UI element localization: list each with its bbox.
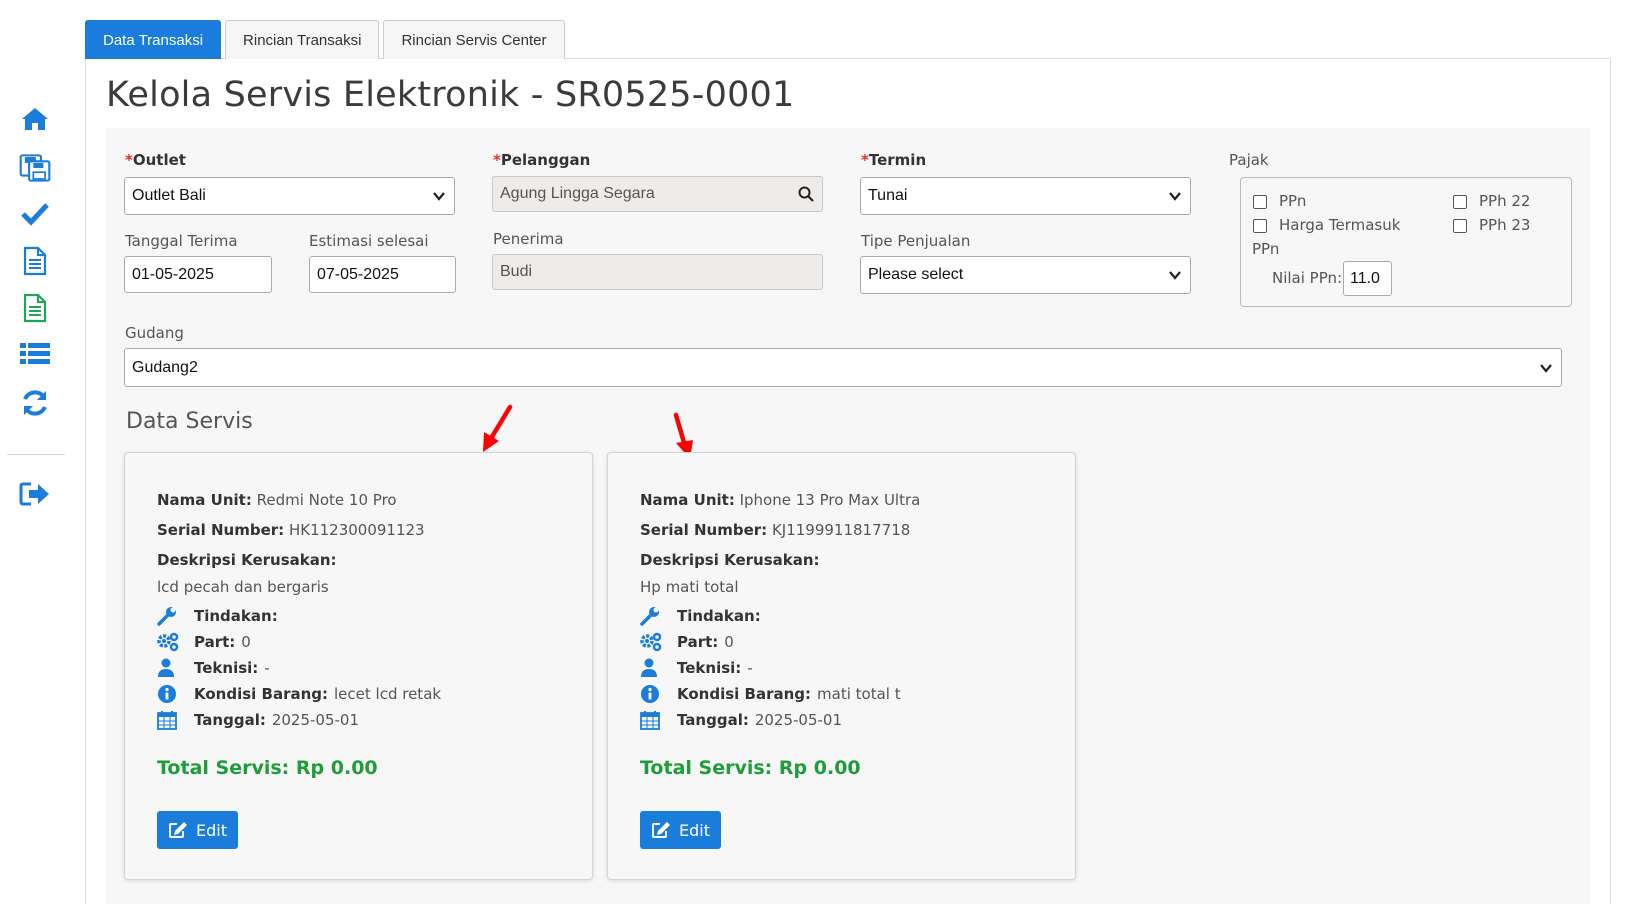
search-icon[interactable] — [798, 186, 814, 202]
refresh-icon[interactable] — [19, 387, 51, 419]
pph22-checkbox[interactable] — [1453, 195, 1467, 209]
tipe-penjualan-select-value: Please select — [868, 266, 964, 283]
pajak-label: Pajak — [1229, 151, 1269, 169]
sidebar — [0, 0, 80, 904]
user-icon — [157, 658, 179, 678]
deskripsi-value: lcd pecah dan bergaris — [157, 578, 329, 596]
part-row: Part: 0 — [640, 632, 734, 652]
tipe-penjualan-label: Tipe Penjualan — [861, 232, 971, 250]
servis-card: Nama Unit: Iphone 13 Pro Max Ultra Seria… — [607, 452, 1076, 880]
edit-button-label: Edit — [679, 820, 710, 840]
penerima-field: Budi — [492, 254, 823, 290]
tipe-penjualan-select[interactable]: Please select — [860, 256, 1191, 294]
check-icon[interactable] — [19, 198, 51, 230]
deskripsi-label: Deskripsi Kerusakan: — [640, 551, 820, 569]
outlet-label: *Outlet — [125, 151, 186, 169]
tanggal-terima-value: 01-05-2025 — [132, 265, 214, 283]
page-title: Kelola Servis Elektronik - SR0525-0001 — [106, 75, 795, 115]
harga-termasuk-label: Harga Termasuk — [1279, 216, 1401, 234]
outlet-select-value: Outlet Bali — [132, 187, 206, 204]
sidebar-divider — [7, 454, 65, 455]
tanggal-terima-label: Tanggal Terima — [125, 232, 238, 250]
edit-icon — [652, 822, 670, 838]
edit-button[interactable]: Edit — [640, 811, 721, 849]
calendar-icon — [640, 710, 662, 730]
save-icon[interactable] — [19, 152, 51, 184]
serial-number-row: Serial Number: KJ1199911817718 — [640, 521, 911, 539]
gudang-select-value: Gudang2 — [132, 358, 198, 376]
wrench-icon — [640, 606, 662, 626]
total-servis: Total Servis: Rp 0.00 — [157, 757, 378, 779]
estimasi-selesai-label: Estimasi selesai — [309, 232, 429, 250]
outlet-select[interactable]: Outlet Bali — [124, 177, 455, 215]
teknisi-row: Teknisi: - — [640, 658, 753, 678]
part-row: Part: 0 — [157, 632, 251, 652]
chevron-down-icon — [1540, 363, 1552, 373]
deskripsi-value: Hp mati total — [640, 578, 739, 596]
chevron-down-icon — [1169, 271, 1181, 280]
estimasi-selesai-input[interactable]: 07-05-2025 — [309, 256, 456, 293]
tanggal-row: Tanggal: 2025-05-01 — [157, 710, 359, 730]
calendar-icon — [157, 710, 179, 730]
pelanggan-field[interactable]: Agung Lingga Segara — [492, 176, 823, 212]
tanggal-terima-input[interactable]: 01-05-2025 — [124, 256, 272, 293]
harga-termasuk-ppn-checkbox[interactable] — [1253, 219, 1267, 233]
kondisi-row: Kondisi Barang: lecet lcd retak — [157, 684, 441, 704]
servis-card: Nama Unit: Redmi Note 10 Pro Serial Numb… — [124, 452, 593, 880]
total-servis: Total Servis: Rp 0.00 — [640, 757, 861, 779]
gudang-label: Gudang — [125, 324, 184, 342]
chevron-down-icon — [1169, 192, 1181, 201]
pelanggan-field-value: Agung Lingga Segara — [500, 185, 655, 202]
tab-rincian-servis-center[interactable]: Rincian Servis Center — [383, 20, 565, 59]
pph23-label: PPh 23 — [1479, 216, 1531, 234]
nilai-ppn-label: Nilai PPn: — [1272, 269, 1343, 287]
logout-icon[interactable] — [19, 478, 51, 510]
user-icon — [640, 658, 662, 678]
pph22-label: PPh 22 — [1479, 192, 1531, 210]
info-icon — [157, 684, 179, 704]
estimasi-selesai-value: 07-05-2025 — [317, 265, 399, 283]
list-icon[interactable] — [19, 338, 51, 370]
chevron-down-icon — [433, 192, 445, 201]
tindakan-row: Tindakan: — [640, 606, 767, 626]
nama-unit-row: Nama Unit: Iphone 13 Pro Max Ultra — [640, 491, 921, 509]
penerima-label: Penerima — [493, 230, 564, 248]
edit-button[interactable]: Edit — [157, 811, 238, 849]
red-arrow-annotation — [483, 404, 513, 452]
nama-unit-row: Nama Unit: Redmi Note 10 Pro — [157, 491, 397, 509]
edit-icon — [169, 822, 187, 838]
wrench-icon — [157, 606, 179, 626]
kondisi-row: Kondisi Barang: mati total t — [640, 684, 901, 704]
harga-termasuk-label-wrap: PPn — [1252, 240, 1280, 258]
ppn-checkbox[interactable] — [1253, 195, 1267, 209]
home-icon[interactable] — [19, 103, 51, 135]
gears-icon — [640, 632, 662, 652]
tab-data-transaksi[interactable]: Data Transaksi — [85, 20, 222, 59]
termin-label: *Termin — [861, 151, 927, 169]
gudang-select[interactable]: Gudang2 — [124, 348, 1562, 387]
data-servis-title: Data Servis — [126, 409, 253, 434]
tanggal-row: Tanggal: 2025-05-01 — [640, 710, 842, 730]
deskripsi-label: Deskripsi Kerusakan: — [157, 551, 337, 569]
document-icon[interactable] — [19, 245, 51, 277]
document-text-icon[interactable] — [19, 292, 51, 324]
nilai-ppn-input[interactable]: 11.0 — [1343, 261, 1392, 296]
termin-select-value: Tunai — [868, 187, 908, 204]
termin-select[interactable]: Tunai — [860, 177, 1191, 215]
serial-number-row: Serial Number: HK112300091123 — [157, 521, 425, 539]
pelanggan-label: *Pelanggan — [493, 151, 591, 169]
penerima-field-value: Budi — [500, 263, 533, 280]
tab-bar: Data Transaksi Rincian Transaksi Rincian… — [85, 20, 569, 59]
ppn-checkbox-label: PPn — [1279, 192, 1307, 210]
edit-button-label: Edit — [196, 820, 227, 840]
tab-rincian-transaksi[interactable]: Rincian Transaksi — [225, 20, 380, 59]
gears-icon — [157, 632, 179, 652]
teknisi-row: Teknisi: - — [157, 658, 270, 678]
nilai-ppn-value: 11.0 — [1350, 269, 1380, 287]
info-icon — [640, 684, 662, 704]
pph23-checkbox[interactable] — [1453, 219, 1467, 233]
tindakan-row: Tindakan: — [157, 606, 284, 626]
pajak-group: PPn Harga Termasuk PPn PPh 22 PPh 23 Nil… — [1240, 177, 1572, 307]
